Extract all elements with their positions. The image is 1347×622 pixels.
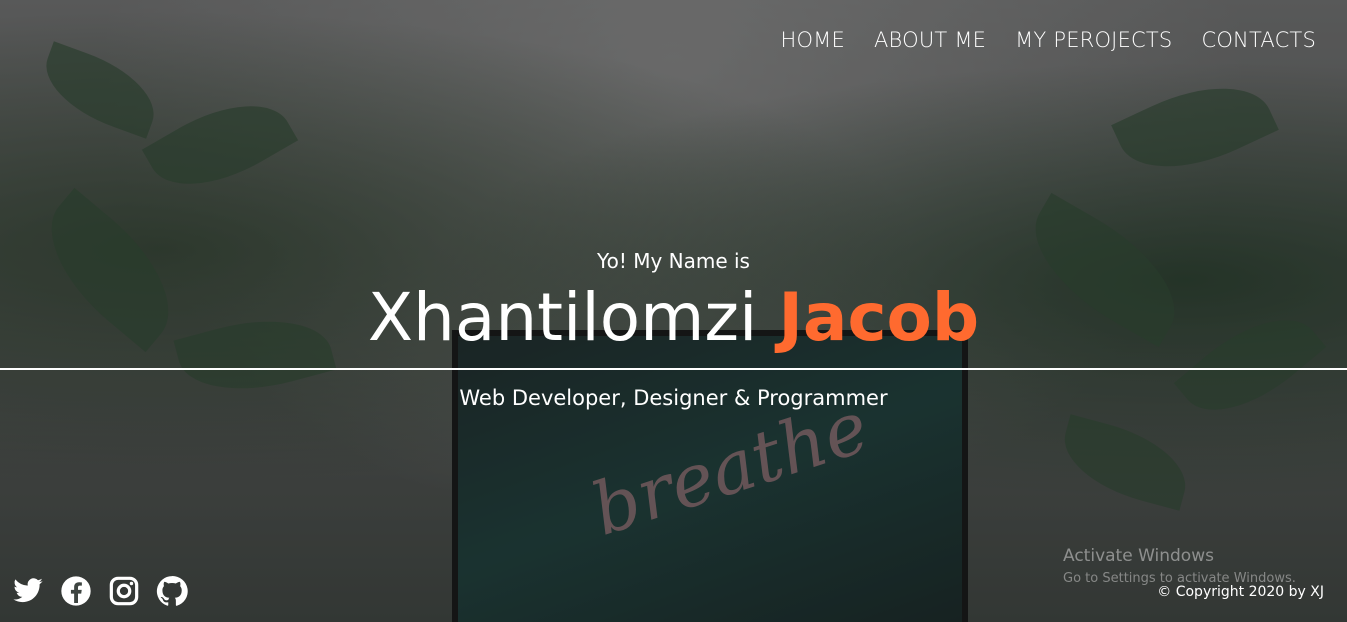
nav-about-me[interactable]: ABOUT ME <box>874 28 986 52</box>
hero-subtitle: Web Developer, Designer & Programmer <box>459 386 888 410</box>
greeting-text: Yo! My Name is <box>597 249 750 273</box>
hero-section: breathe HOME ABOUT ME MY PEROJECTS CONTA… <box>0 0 1347 622</box>
instagram-icon[interactable] <box>108 575 140 607</box>
nav-my-projects[interactable]: MY PEROJECTS <box>1015 28 1172 52</box>
nav-contacts[interactable]: CONTACTS <box>1201 28 1316 52</box>
last-name: Jacob <box>778 279 980 356</box>
copyright-text: © Copyright 2020 by XJ <box>1157 584 1324 600</box>
activate-windows-title: Activate Windows <box>1063 546 1214 566</box>
social-links <box>12 575 188 607</box>
hero-divider <box>0 368 1347 370</box>
top-nav: HOME ABOUT ME MY PEROJECTS CONTACTS <box>780 28 1316 52</box>
github-icon[interactable] <box>156 575 188 607</box>
facebook-icon[interactable] <box>60 575 92 607</box>
twitter-icon[interactable] <box>12 575 44 607</box>
first-name: Xhantilomzi <box>367 279 758 356</box>
nav-home[interactable]: HOME <box>780 28 845 52</box>
hero-name: Xhantilomzi Jacob <box>0 278 1347 358</box>
